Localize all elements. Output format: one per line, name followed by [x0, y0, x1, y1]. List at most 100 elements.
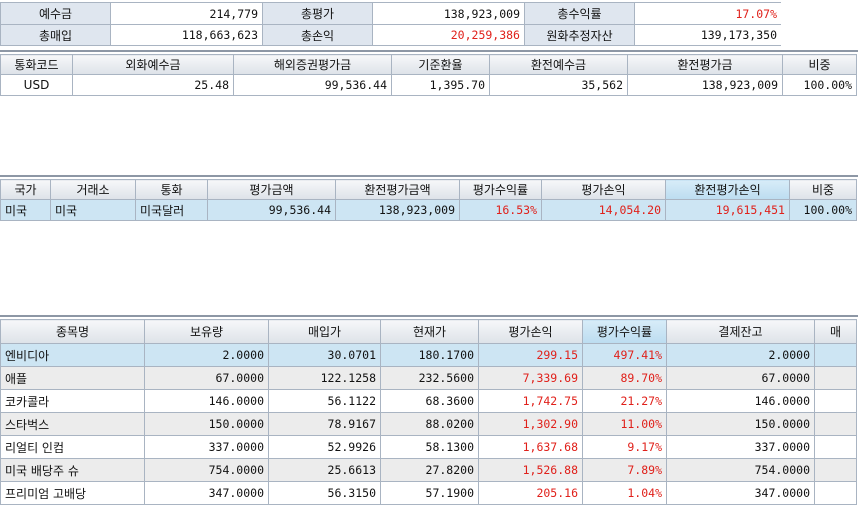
- currency-table: 통화코드 외화예수금 해외증권평가금 기준환율 환전예수금 환전평가금 비중 U…: [0, 54, 857, 96]
- total-return-label: 총수익률: [524, 2, 635, 25]
- cell-more: [814, 366, 857, 390]
- cell-current-price: 58.1300: [380, 435, 479, 459]
- cell-currency-code: USD: [0, 74, 73, 96]
- cell-buy-price: 122.1258: [268, 366, 381, 390]
- cell-buy-price: 56.1122: [268, 389, 381, 413]
- cell-eval-return: 11.00%: [582, 412, 667, 436]
- cell-eval-pl: 1,526.88: [478, 458, 583, 482]
- cell-buy-price: 56.3150: [268, 481, 381, 505]
- table-row[interactable]: 리얼티 인컴 337.0000 52.9926 58.1300 1,637.68…: [0, 435, 857, 459]
- holdings-col-current-price[interactable]: 현재가: [380, 319, 479, 344]
- cell-eval-pl: 205.16: [478, 481, 583, 505]
- cell-current-price: 232.5600: [380, 366, 479, 390]
- table-row[interactable]: 스타벅스 150.0000 78.9167 88.0200 1,302.90 1…: [0, 412, 857, 436]
- summary-row-1: 예수금 214,779 총평가 138,923,009 총수익률 17.07%: [0, 2, 782, 25]
- country-col-eval-pl[interactable]: 평가손익: [541, 179, 666, 200]
- cell-buy-price: 52.9926: [268, 435, 381, 459]
- holdings-col-more[interactable]: 매: [814, 319, 857, 344]
- account-summary: 예수금 214,779 총평가 138,923,009 총수익률 17.07% …: [0, 2, 782, 46]
- holdings-body: 엔비디아 2.0000 30.0701 180.1700 299.15 497.…: [0, 343, 857, 505]
- cell-eval-pl: 1,742.75: [478, 389, 583, 413]
- country-col-currency[interactable]: 통화: [135, 179, 208, 200]
- cell-eval-return: 9.17%: [582, 435, 667, 459]
- country-col-weight[interactable]: 비중: [789, 179, 857, 200]
- cell-current-price: 88.0200: [380, 412, 479, 436]
- table-row[interactable]: 미국 배당주 슈 754.0000 25.6613 27.8200 1,526.…: [0, 458, 857, 482]
- total-pl-label: 총손익: [262, 24, 373, 46]
- cell-more: [814, 435, 857, 459]
- cell-converted-eval: 138,923,009: [627, 74, 783, 96]
- holdings-col-name[interactable]: 종목명: [0, 319, 145, 344]
- cell-buy-price: 25.6613: [268, 458, 381, 482]
- section-divider: [0, 50, 858, 52]
- currency-col-fx-deposit[interactable]: 외화예수금: [72, 54, 234, 75]
- currency-col-code[interactable]: 통화코드: [0, 54, 73, 75]
- table-row[interactable]: 엔비디아 2.0000 30.0701 180.1700 299.15 497.…: [0, 343, 857, 367]
- cell-exchange: 미국: [50, 199, 136, 221]
- total-buy-label: 총매입: [0, 24, 111, 46]
- cell-eval-pl: 1,302.90: [478, 412, 583, 436]
- cell-quantity: 2.0000: [144, 343, 269, 367]
- deposit-label: 예수금: [0, 2, 111, 25]
- cell-eval-return: 497.41%: [582, 343, 667, 367]
- cell-eval-pl: 299.15: [478, 343, 583, 367]
- cell-quantity: 337.0000: [144, 435, 269, 459]
- cell-eval-return: 1.04%: [582, 481, 667, 505]
- currency-col-converted-deposit[interactable]: 환전예수금: [489, 54, 628, 75]
- total-return-value: 17.07%: [634, 2, 782, 25]
- cell-converted-eval: 138,923,009: [335, 199, 460, 221]
- krw-assets-value: 139,173,350: [634, 24, 782, 46]
- cell-more: [814, 458, 857, 482]
- cell-more: [814, 389, 857, 413]
- cell-stock-name: 애플: [0, 366, 145, 390]
- country-col-eval-return[interactable]: 평가수익률: [459, 179, 542, 200]
- krw-assets-label: 원화추정자산: [524, 24, 635, 46]
- summary-row-2: 총매입 118,663,623 총손익 20,259,386 원화추정자산 13…: [0, 24, 782, 46]
- cell-stock-name: 코카콜라: [0, 389, 145, 413]
- cell-weight: 100.00%: [789, 199, 857, 221]
- cell-quantity: 754.0000: [144, 458, 269, 482]
- currency-col-securities-eval[interactable]: 해외증권평가금: [233, 54, 392, 75]
- cell-settled-balance: 337.0000: [666, 435, 815, 459]
- holdings-col-quantity[interactable]: 보유량: [144, 319, 269, 344]
- cell-current-price: 57.1900: [380, 481, 479, 505]
- holdings-col-buy-price[interactable]: 매입가: [268, 319, 381, 344]
- cell-base-rate: 1,395.70: [391, 74, 490, 96]
- cell-settled-balance: 67.0000: [666, 366, 815, 390]
- deposit-value: 214,779: [110, 2, 263, 25]
- table-row[interactable]: 코카콜라 146.0000 56.1122 68.3600 1,742.75 2…: [0, 389, 857, 413]
- table-row[interactable]: 애플 67.0000 122.1258 232.5600 7,339.69 89…: [0, 366, 857, 390]
- country-col-converted-pl[interactable]: 환전평가손익: [665, 179, 790, 200]
- cell-quantity: 146.0000: [144, 389, 269, 413]
- cell-eval-return: 7.89%: [582, 458, 667, 482]
- cell-eval-pl: 14,054.20: [541, 199, 666, 221]
- holdings-table: 종목명 보유량 매입가 현재가 평가손익 평가수익률 결제잔고 매 엔비디아 2…: [0, 319, 857, 505]
- country-col-converted-eval[interactable]: 환전평가금액: [335, 179, 460, 200]
- cell-eval-return: 21.27%: [582, 389, 667, 413]
- country-col-eval-amount[interactable]: 평가금액: [207, 179, 336, 200]
- country-header-row: 국가 거래소 통화 평가금액 환전평가금액 평가수익률 평가손익 환전평가손익 …: [0, 179, 857, 200]
- currency-col-converted-eval[interactable]: 환전평가금: [627, 54, 783, 75]
- cell-currency: 미국달러: [135, 199, 208, 221]
- summary-blank-area: [781, 2, 858, 46]
- cell-securities-eval: 99,536.44: [233, 74, 392, 96]
- country-col-exchange[interactable]: 거래소: [50, 179, 136, 200]
- cell-weight: 100.00%: [782, 74, 857, 96]
- cell-settled-balance: 146.0000: [666, 389, 815, 413]
- table-row[interactable]: 미국 미국 미국달러 99,536.44 138,923,009 16.53% …: [0, 199, 857, 221]
- cell-eval-pl: 7,339.69: [478, 366, 583, 390]
- cell-quantity: 347.0000: [144, 481, 269, 505]
- cell-stock-name: 프리미엄 고배당: [0, 481, 145, 505]
- total-buy-value: 118,663,623: [110, 24, 263, 46]
- currency-col-base-rate[interactable]: 기준환율: [391, 54, 490, 75]
- cell-settled-balance: 150.0000: [666, 412, 815, 436]
- table-row[interactable]: 프리미엄 고배당 347.0000 56.3150 57.1900 205.16…: [0, 481, 857, 505]
- holdings-col-eval-return[interactable]: 평가수익률: [582, 319, 667, 344]
- currency-col-weight[interactable]: 비중: [782, 54, 857, 75]
- country-col-country[interactable]: 국가: [0, 179, 51, 200]
- total-eval-label: 총평가: [262, 2, 373, 25]
- holdings-col-settled-balance[interactable]: 결제잔고: [666, 319, 815, 344]
- cell-stock-name: 스타벅스: [0, 412, 145, 436]
- table-row[interactable]: USD 25.48 99,536.44 1,395.70 35,562 138,…: [0, 74, 857, 96]
- holdings-col-eval-pl[interactable]: 평가손익: [478, 319, 583, 344]
